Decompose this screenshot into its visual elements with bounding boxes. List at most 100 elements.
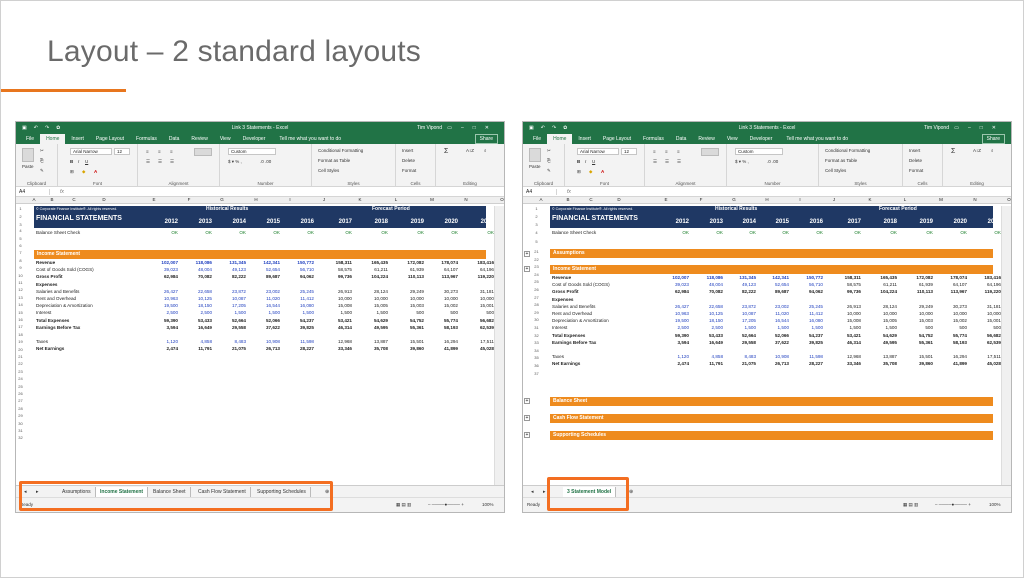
column-header[interactable]: M xyxy=(933,197,949,202)
underline-icon[interactable]: U xyxy=(85,159,88,164)
format-as-table-button[interactable]: Format as Table xyxy=(318,158,350,163)
name-box[interactable]: A4 xyxy=(16,188,50,195)
tab-developer[interactable]: Developer xyxy=(744,134,779,144)
sort-filter-icon[interactable]: A↕Z xyxy=(973,148,981,153)
tell-me-box[interactable]: Tell me what you want to do xyxy=(778,134,854,144)
fill-color-icon[interactable]: ◆ xyxy=(589,169,592,175)
column-header[interactable]: L xyxy=(897,197,913,202)
tab-review[interactable]: Review xyxy=(185,134,213,144)
view-icons[interactable]: ▦ ▤ ▥ xyxy=(396,502,411,508)
column-header[interactable]: N xyxy=(458,197,474,202)
wrap-text-icon[interactable] xyxy=(701,148,719,156)
column-header[interactable]: K xyxy=(862,197,878,202)
zoom-level[interactable]: 100% xyxy=(482,502,494,507)
outline-expand-icon[interactable]: + xyxy=(524,251,530,257)
column-header[interactable]: A xyxy=(533,197,549,202)
align-right-icon[interactable]: ☰ xyxy=(170,159,174,165)
tab-formulas[interactable]: Formulas xyxy=(130,134,163,144)
format-as-table-button[interactable]: Format as Table xyxy=(825,158,857,163)
currency-icon[interactable]: $ ▾ % , xyxy=(735,159,749,165)
delete-cells-button[interactable]: Delete xyxy=(402,158,415,163)
align-center-icon[interactable]: ☰ xyxy=(665,159,669,165)
column-header[interactable]: J xyxy=(826,197,842,202)
outline-expand-icon[interactable]: + xyxy=(524,266,530,272)
paste-icon[interactable] xyxy=(529,148,541,162)
decimal-icon[interactable]: .0 .00 xyxy=(260,159,271,164)
fill-color-icon[interactable]: ◆ xyxy=(82,169,85,175)
format-cells-button[interactable]: Format xyxy=(909,168,923,173)
font-size-select[interactable]: 12 xyxy=(114,148,130,155)
user-name[interactable]: Tim Vipond xyxy=(924,125,949,131)
share-button[interactable]: Share xyxy=(981,134,1005,144)
font-color-icon[interactable]: A xyxy=(94,169,97,174)
column-header[interactable]: F xyxy=(181,197,197,202)
delete-cells-button[interactable]: Delete xyxy=(909,158,922,163)
align-left-icon[interactable]: ☰ xyxy=(653,159,657,165)
tab-home[interactable]: Home xyxy=(547,134,573,144)
column-header[interactable]: L xyxy=(388,197,404,202)
column-header[interactable]: K xyxy=(352,197,368,202)
find-select-icon[interactable]: ⌕ xyxy=(991,148,994,153)
autosum-icon[interactable]: Σ xyxy=(444,148,448,155)
window-controls-icon[interactable]: ▭–□✕ xyxy=(954,125,1005,131)
column-header[interactable]: I xyxy=(282,197,298,202)
column-header[interactable]: H xyxy=(248,197,264,202)
column-header[interactable]: C xyxy=(66,197,82,202)
currency-icon[interactable]: $ ▾ % , xyxy=(228,159,242,165)
column-header[interactable]: O xyxy=(494,197,504,202)
align-left-icon[interactable]: ☰ xyxy=(146,159,150,165)
column-header[interactable]: E xyxy=(658,197,674,202)
tab-view[interactable]: View xyxy=(214,134,237,144)
font-name-select[interactable]: Arial Narrow xyxy=(70,148,112,155)
italic-icon[interactable]: I xyxy=(585,159,586,164)
underline-icon[interactable]: U xyxy=(592,159,595,164)
tab-file[interactable]: File xyxy=(527,134,547,144)
tab-page-layout[interactable]: Page Layout xyxy=(597,134,637,144)
conditional-formatting-button[interactable]: Conditional Formatting xyxy=(825,148,870,153)
format-painter-icon[interactable]: ✎ xyxy=(547,168,551,174)
outline-expand-icon[interactable]: + xyxy=(524,432,530,438)
column-header[interactable]: I xyxy=(792,197,808,202)
tab-data[interactable]: Data xyxy=(670,134,693,144)
align-bottom-icon[interactable]: ≡ xyxy=(677,149,680,154)
cut-icon[interactable]: ✂ xyxy=(40,148,44,154)
column-header[interactable]: D xyxy=(96,197,112,202)
tab-insert[interactable]: Insert xyxy=(65,134,90,144)
align-middle-icon[interactable]: ≡ xyxy=(665,149,668,154)
italic-icon[interactable]: I xyxy=(78,159,79,164)
fx-icon[interactable]: fx xyxy=(50,189,74,195)
align-top-icon[interactable]: ≡ xyxy=(146,149,149,154)
window-controls-icon[interactable]: ▭–□✕ xyxy=(447,125,498,131)
align-middle-icon[interactable]: ≡ xyxy=(158,149,161,154)
user-name[interactable]: Tim Vipond xyxy=(417,125,442,131)
align-right-icon[interactable]: ☰ xyxy=(677,159,681,165)
column-header[interactable]: J xyxy=(316,197,332,202)
font-color-icon[interactable]: A xyxy=(601,169,604,174)
font-name-select[interactable]: Arial Narrow xyxy=(577,148,619,155)
column-header[interactable]: H xyxy=(759,197,775,202)
insert-cells-button[interactable]: Insert xyxy=(402,148,413,153)
tab-developer[interactable]: Developer xyxy=(237,134,272,144)
find-select-icon[interactable]: ⌕ xyxy=(484,148,487,153)
column-header[interactable]: G xyxy=(726,197,742,202)
tab-data[interactable]: Data xyxy=(163,134,186,144)
name-box[interactable]: A4 xyxy=(523,188,557,195)
wrap-text-icon[interactable] xyxy=(194,148,212,156)
column-header[interactable]: D xyxy=(611,197,627,202)
tell-me-box[interactable]: Tell me what you want to do xyxy=(271,134,347,144)
sheet-grid[interactable]: © Corporate Finance Institute®. All righ… xyxy=(16,206,494,486)
column-header[interactable]: B xyxy=(44,197,60,202)
tab-home[interactable]: Home xyxy=(40,134,66,144)
bold-icon[interactable]: B xyxy=(70,159,73,164)
insert-cells-button[interactable]: Insert xyxy=(909,148,920,153)
align-top-icon[interactable]: ≡ xyxy=(653,149,656,154)
outline-expand-icon[interactable]: + xyxy=(524,415,530,421)
cell-styles-button[interactable]: Cell Styles xyxy=(825,168,846,173)
column-header[interactable]: N xyxy=(967,197,983,202)
column-header[interactable]: A xyxy=(26,197,42,202)
column-header[interactable]: G xyxy=(214,197,230,202)
copy-icon[interactable]: ⎘ xyxy=(547,158,551,163)
outline-expand-icon[interactable]: + xyxy=(524,398,530,404)
decimal-icon[interactable]: .0 .00 xyxy=(767,159,778,164)
tab-formulas[interactable]: Formulas xyxy=(637,134,670,144)
